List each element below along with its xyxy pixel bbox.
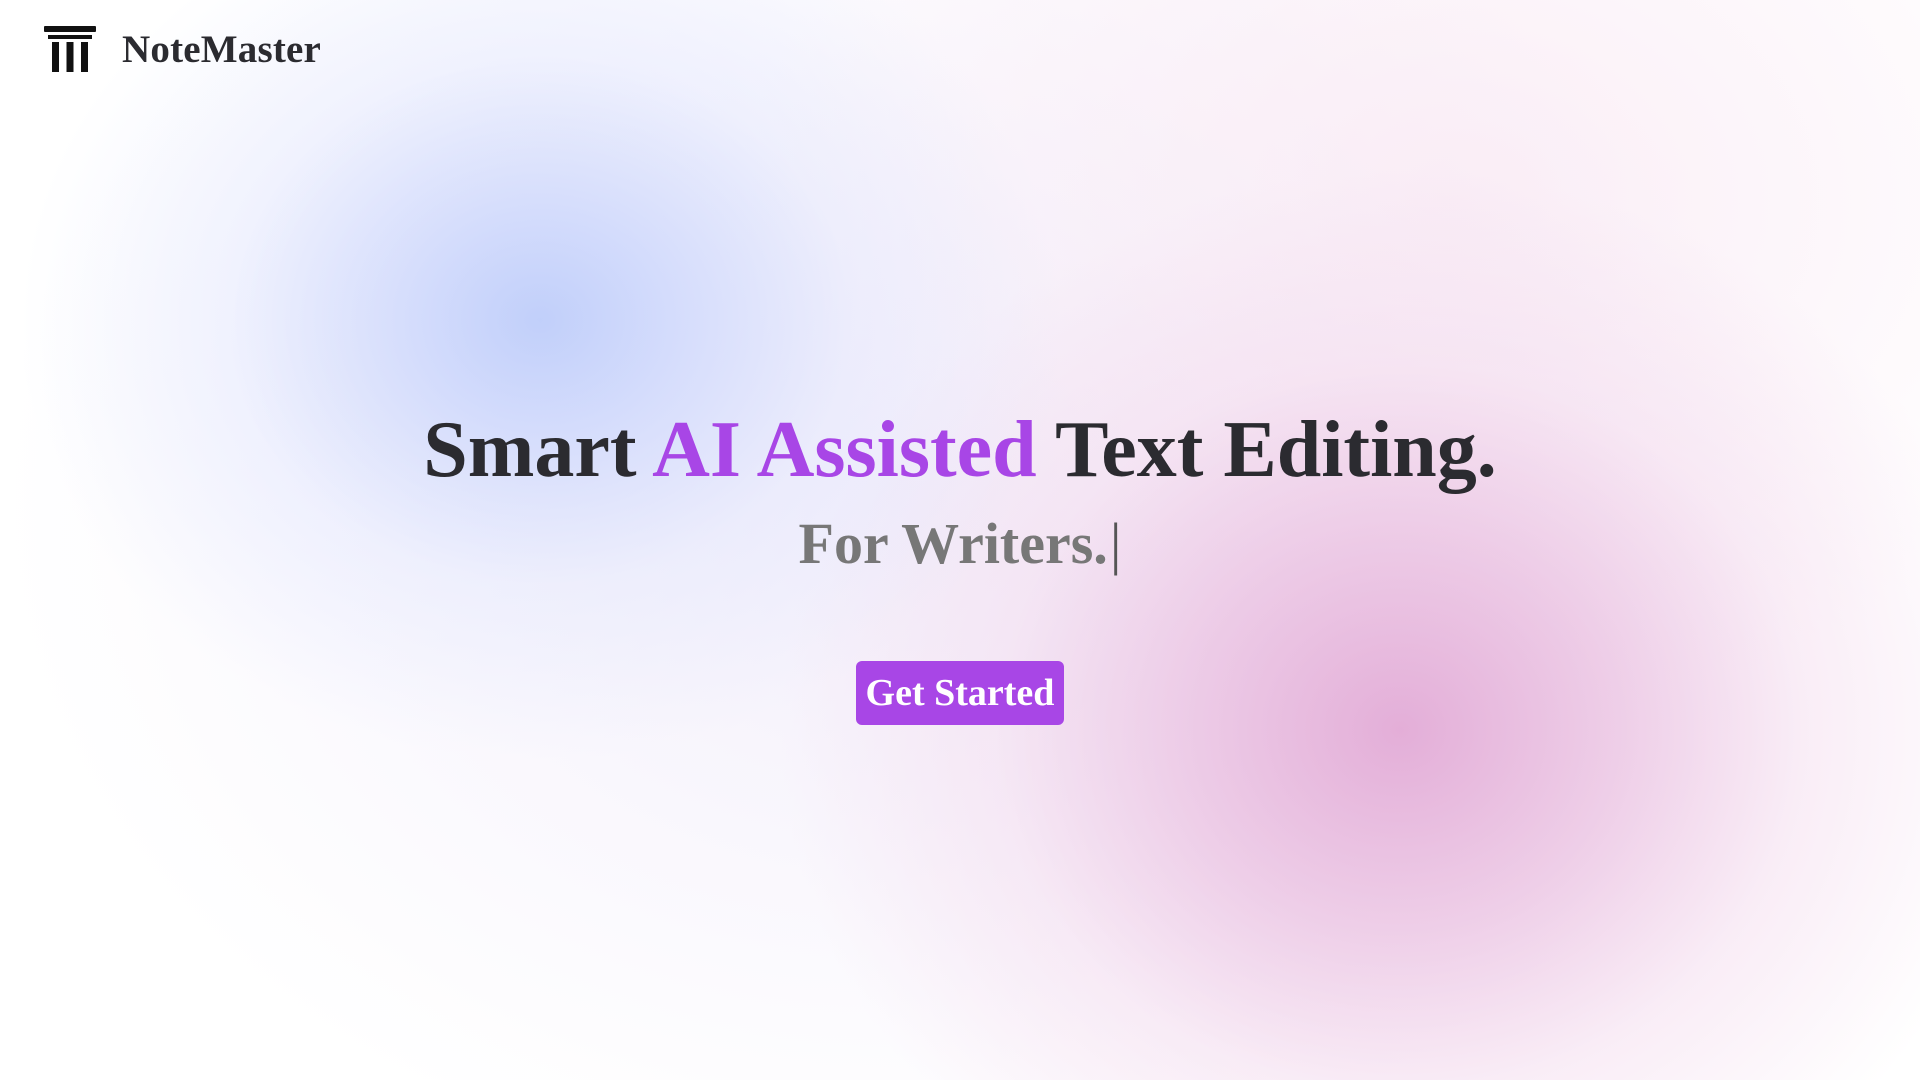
get-started-button[interactable]: Get Started: [855, 661, 1065, 725]
site-header: NoteMaster: [44, 26, 321, 72]
headline-start: Smart: [423, 406, 653, 494]
hero-headline: Smart AI Assisted Text Editing.: [0, 400, 1920, 500]
typing-cursor: |: [1109, 511, 1122, 576]
brand-name[interactable]: NoteMaster: [122, 27, 321, 72]
pillars-icon[interactable]: [44, 26, 96, 72]
hero-subline: For Writers.|: [0, 504, 1920, 584]
headline-accent: AI Assisted: [652, 406, 1037, 494]
subline-text: For Writers.: [798, 511, 1108, 576]
headline-end: Text Editing.: [1036, 406, 1497, 494]
hero-section: Smart AI Assisted Text Editing. For Writ…: [0, 400, 1920, 584]
cta-container: Get Started: [0, 661, 1920, 725]
